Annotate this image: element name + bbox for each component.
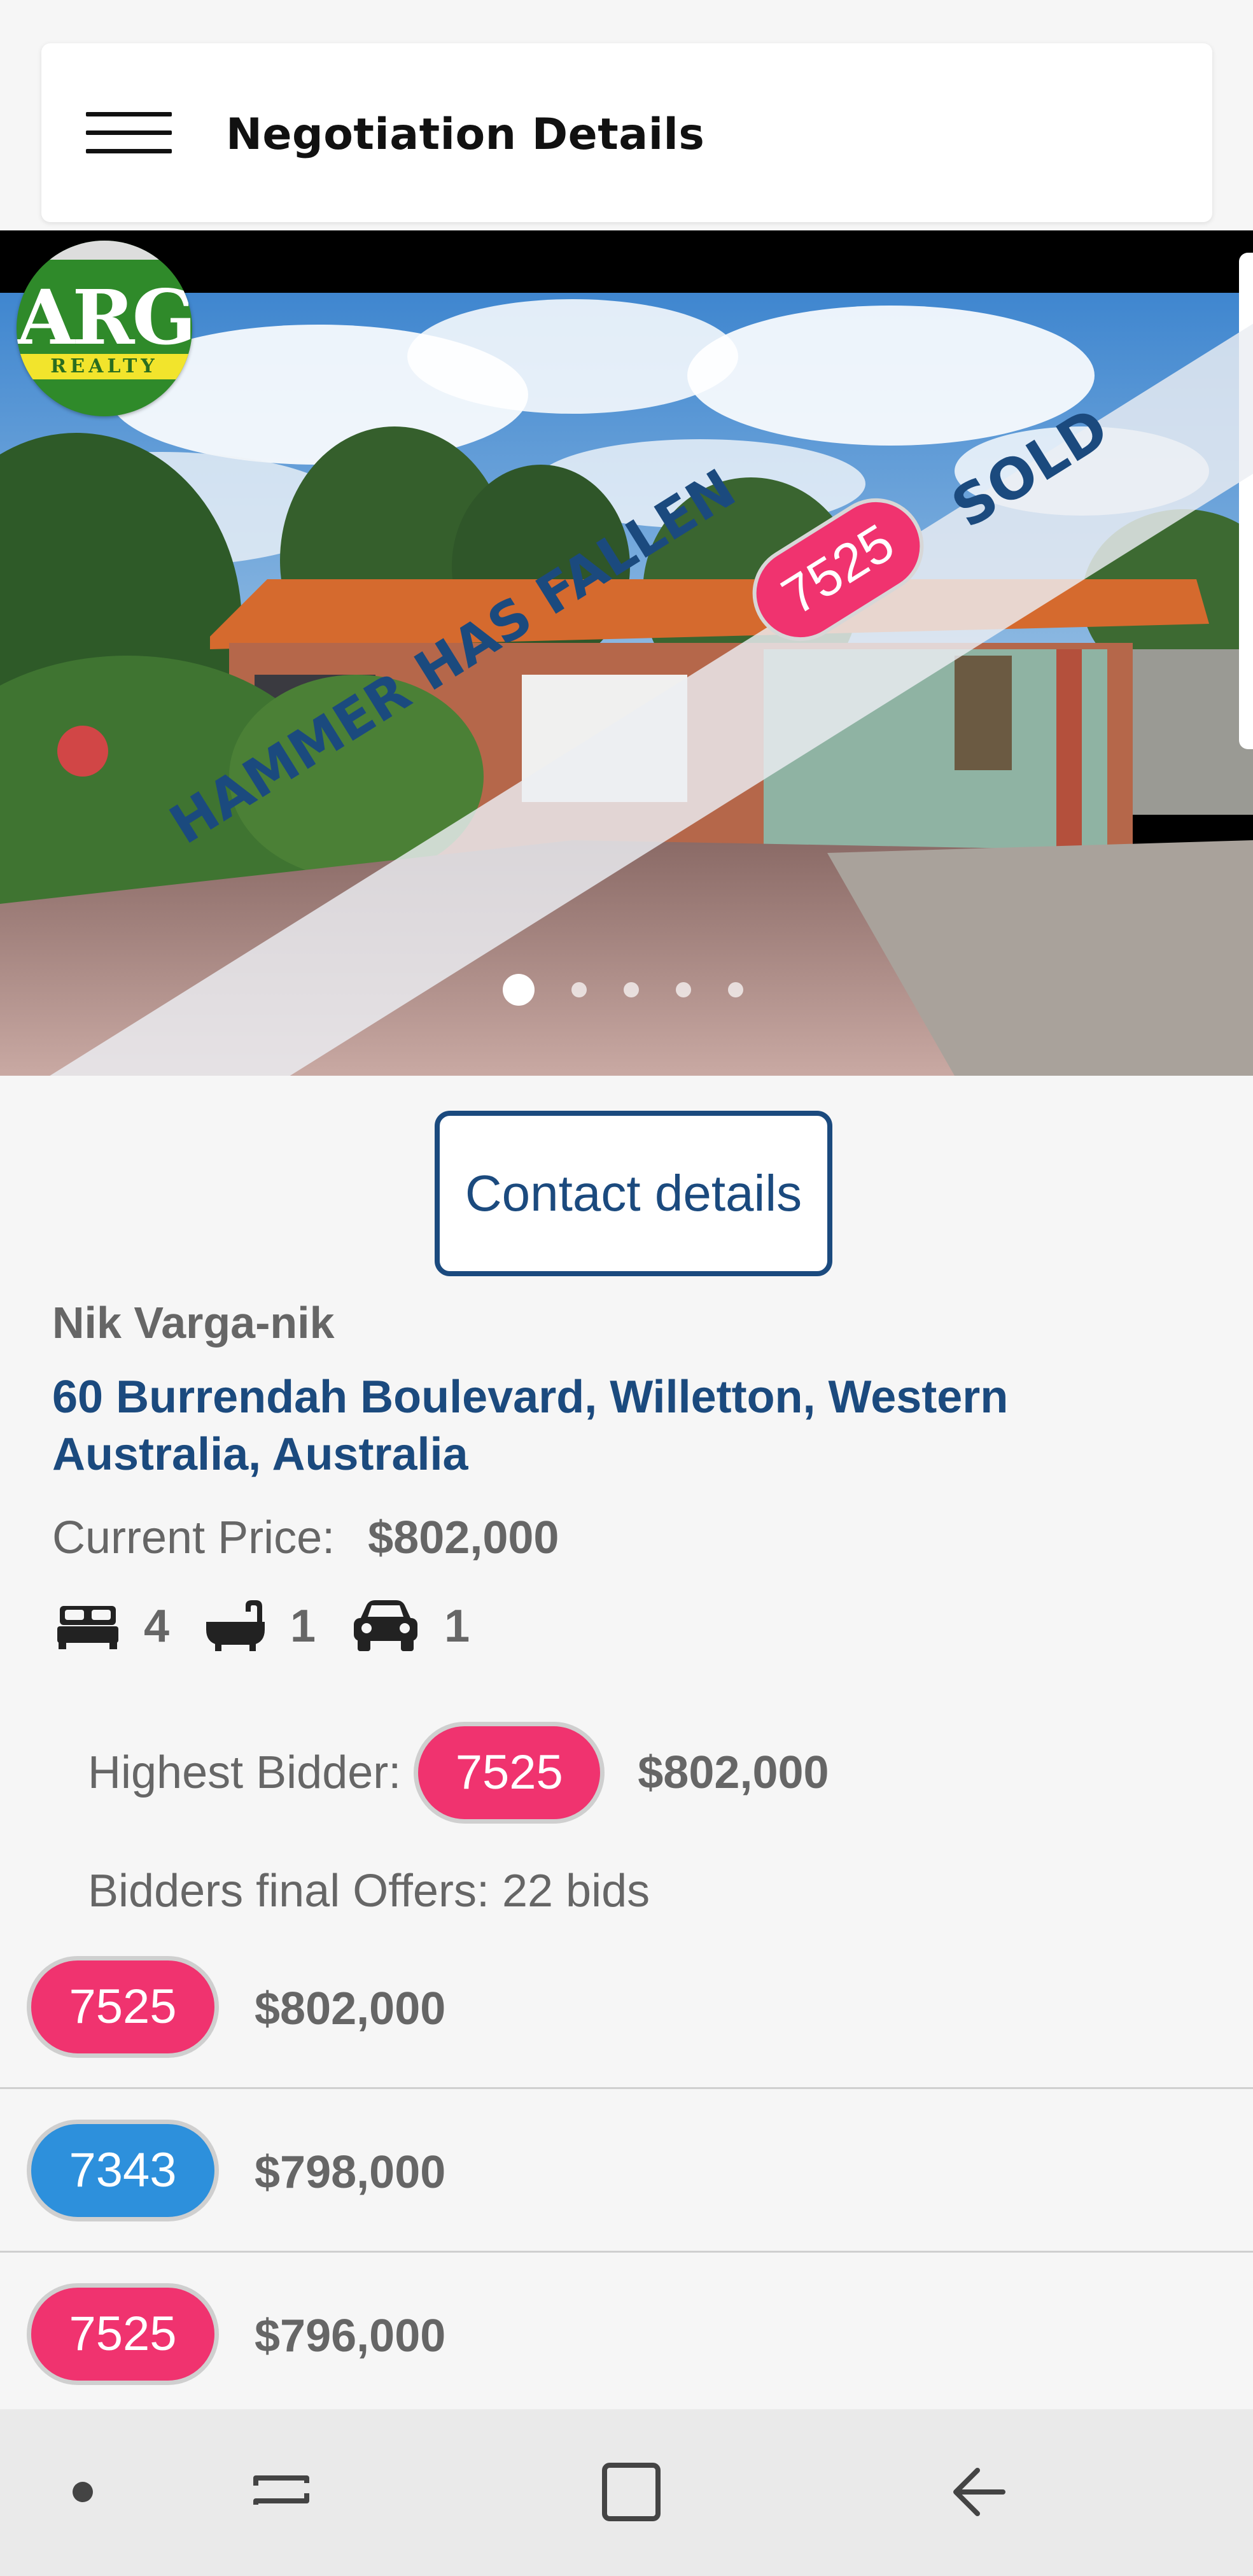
home-icon[interactable] [587, 2447, 676, 2537]
carousel-dot-4[interactable] [676, 982, 691, 997]
current-price-row: Current Price: $802,000 [52, 1512, 559, 1564]
bids-list: 7525 $802,000 7343 $798,000 7525 $796,00… [0, 1925, 1253, 2416]
hamburger-menu-icon[interactable] [86, 107, 172, 158]
feature-parking: 1 [353, 1600, 470, 1652]
feature-bathrooms: 1 [206, 1600, 316, 1652]
bid-row[interactable]: 7525 $796,000 [0, 2253, 1253, 2416]
property-address[interactable]: 60 Burrendah Boulevard, Willetton, Weste… [52, 1369, 1134, 1483]
feature-bedrooms: 4 [57, 1600, 169, 1652]
property-features: 4 1 1 [57, 1594, 507, 1658]
bidder-badge: 7525 [27, 2283, 219, 2385]
bid-row[interactable]: 7343 $798,000 [0, 2089, 1253, 2253]
bid-amount: $798,000 [255, 2147, 446, 2198]
system-navigation-bar [0, 2409, 1253, 2576]
agency-logo: ARG REALTY [17, 241, 192, 416]
car-icon [354, 1600, 418, 1651]
current-price-label: Current Price: [52, 1512, 335, 1563]
carousel-dot-1[interactable] [503, 974, 535, 1006]
highest-bid-amount: $802,000 [638, 1747, 829, 1798]
carousel-dot-3[interactable] [624, 982, 639, 997]
bid-amount: $796,000 [255, 2311, 446, 2361]
back-icon[interactable] [939, 2447, 1028, 2537]
highest-bidder-row: Highest Bidder: 7525 $802,000 [88, 1722, 829, 1824]
agent-name: Nik Varga-nik [52, 1298, 335, 1348]
recent-apps-icon[interactable] [237, 2447, 326, 2537]
current-price-value: $802,000 [368, 1512, 559, 1563]
property-image-carousel[interactable]: ARG REALTY HAMMER HAS FALLEN 7525 SOLD [0, 230, 1253, 1076]
bidder-badge: 7343 [27, 2120, 219, 2221]
bed-icon [57, 1606, 118, 1649]
carousel-dot-5[interactable] [728, 982, 743, 997]
highest-bidder-badge: 7525 [414, 1722, 605, 1824]
bidder-badge: 7525 [27, 1956, 219, 2058]
carousel-dot-2[interactable] [571, 982, 587, 997]
bathtub-icon [206, 1600, 265, 1651]
bid-row[interactable]: 7525 $802,000 [0, 1925, 1253, 2089]
bedrooms-count: 4 [144, 1601, 170, 1652]
app-header: Negotiation Details [41, 43, 1212, 222]
contact-details-button[interactable]: Contact details [435, 1111, 832, 1276]
highest-bidder-label: Highest Bidder: [88, 1747, 402, 1798]
final-offers-label: Bidders final Offers: 22 bids [88, 1866, 650, 1917]
bathrooms-count: 1 [290, 1601, 316, 1652]
parking-count: 1 [444, 1601, 470, 1652]
page-title: Negotiation Details [226, 109, 705, 160]
dot-icon[interactable] [38, 2447, 127, 2537]
carousel-indicators [503, 974, 743, 1006]
bid-amount: $802,000 [255, 1983, 446, 2034]
